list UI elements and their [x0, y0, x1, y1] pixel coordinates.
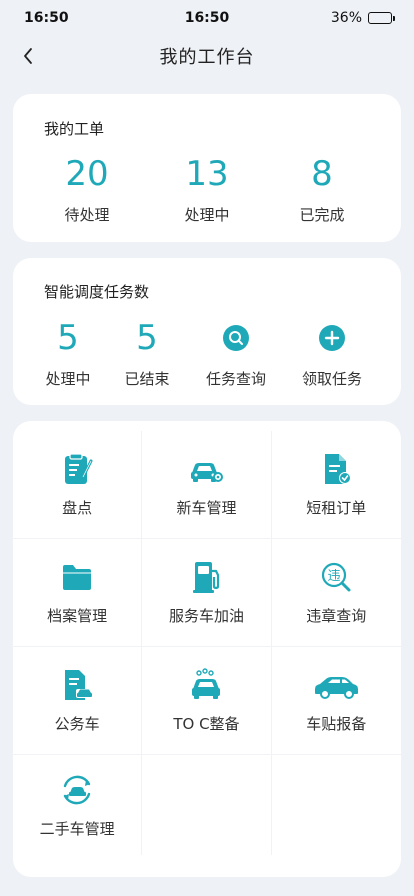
chevron-left-icon	[24, 48, 32, 64]
feature-label: TO C整备	[173, 715, 240, 733]
work-orders-title: 我的工单	[44, 120, 105, 138]
car-gear-icon	[191, 463, 224, 482]
feature-used-car[interactable]: 二手车管理	[13, 755, 143, 855]
status-time-left: 16:50	[24, 10, 69, 26]
clipboard-edit-icon	[65, 453, 93, 484]
car-wash-icon	[192, 668, 221, 699]
feature-label: 盘点	[62, 499, 93, 517]
feature-inventory[interactable]: 盘点	[13, 431, 143, 538]
feature-grid-card: 盘点 新车管理 短租订单 档案管理 服务车加油 违 违章查询 公务车 TO C整…	[13, 421, 401, 877]
dispatch-stat-ended[interactable]: 5 已结束	[97, 318, 197, 389]
feature-label: 违章查询	[306, 607, 367, 625]
violation-search-icon: 违	[322, 562, 351, 592]
feature-label: 公务车	[54, 715, 100, 733]
feature-label: 服务车加油	[168, 607, 244, 625]
feature-label: 档案管理	[47, 607, 108, 625]
battery-icon	[368, 12, 395, 24]
back-button[interactable]	[14, 42, 42, 70]
plus-icon	[319, 325, 345, 351]
feature-new-car[interactable]: 新车管理	[142, 431, 272, 538]
stat-label: 处理中	[184, 206, 230, 224]
car-side-icon	[315, 677, 359, 699]
feature-label: 短租订单	[306, 499, 367, 517]
dispatch-card: 智能调度任务数 5 处理中 5 已结束 任务查询 领取任务	[13, 258, 401, 405]
feature-toc-prep[interactable]: TO C整备	[142, 647, 272, 754]
battery-indicator: 36%	[330, 10, 395, 26]
stat-completed[interactable]: 8 已完成	[272, 154, 372, 225]
feature-label: 车贴报备	[306, 715, 367, 733]
feature-label: 新车管理	[176, 499, 237, 517]
document-car-icon	[65, 670, 94, 700]
stat-value: 8	[311, 154, 333, 194]
feature-service-fuel[interactable]: 服务车加油	[142, 539, 272, 646]
stat-in-progress[interactable]: 13 处理中	[157, 154, 257, 225]
feature-label: 二手车管理	[39, 819, 115, 838]
folder-icon	[63, 565, 92, 590]
status-bar: 16:50 16:50 36%	[0, 0, 414, 36]
stat-value: 13	[185, 154, 229, 194]
empty-cell	[142, 755, 272, 855]
fuel-pump-icon	[193, 562, 220, 593]
feature-archive[interactable]: 档案管理	[13, 539, 143, 646]
car-cycle-icon	[63, 775, 91, 804]
action-label: 领取任务	[301, 370, 362, 388]
feature-official-car[interactable]: 公务车	[13, 647, 143, 754]
svg-text:违: 违	[328, 569, 341, 584]
nav-bar: 我的工作台	[0, 36, 414, 76]
task-query-button[interactable]: 任务查询	[188, 318, 284, 389]
feature-violation-query[interactable]: 违 违章查询	[272, 539, 401, 646]
stat-value: 5	[136, 318, 158, 358]
search-icon	[223, 325, 249, 351]
work-orders-card: 我的工单 20 待处理 13 处理中 8 已完成	[13, 94, 401, 242]
stat-label: 待处理	[64, 206, 110, 224]
stat-pending[interactable]: 20 待处理	[37, 154, 137, 225]
feature-short-rental[interactable]: 短租订单	[272, 431, 401, 538]
stat-label: 已完成	[299, 206, 345, 224]
feature-car-sticker[interactable]: 车贴报备	[272, 647, 401, 754]
stat-value: 20	[65, 154, 109, 194]
feature-grid: 盘点 新车管理 短租订单 档案管理 服务车加油 违 违章查询 公务车 TO C整…	[13, 431, 401, 855]
stat-label: 已结束	[124, 370, 170, 388]
dispatch-title: 智能调度任务数	[44, 283, 150, 301]
page-title: 我的工作台	[159, 47, 255, 68]
claim-task-button[interactable]: 领取任务	[284, 318, 380, 389]
battery-percent: 36%	[330, 10, 362, 26]
empty-cell	[272, 755, 401, 855]
document-check-icon	[325, 454, 352, 484]
action-label: 任务查询	[205, 370, 266, 388]
